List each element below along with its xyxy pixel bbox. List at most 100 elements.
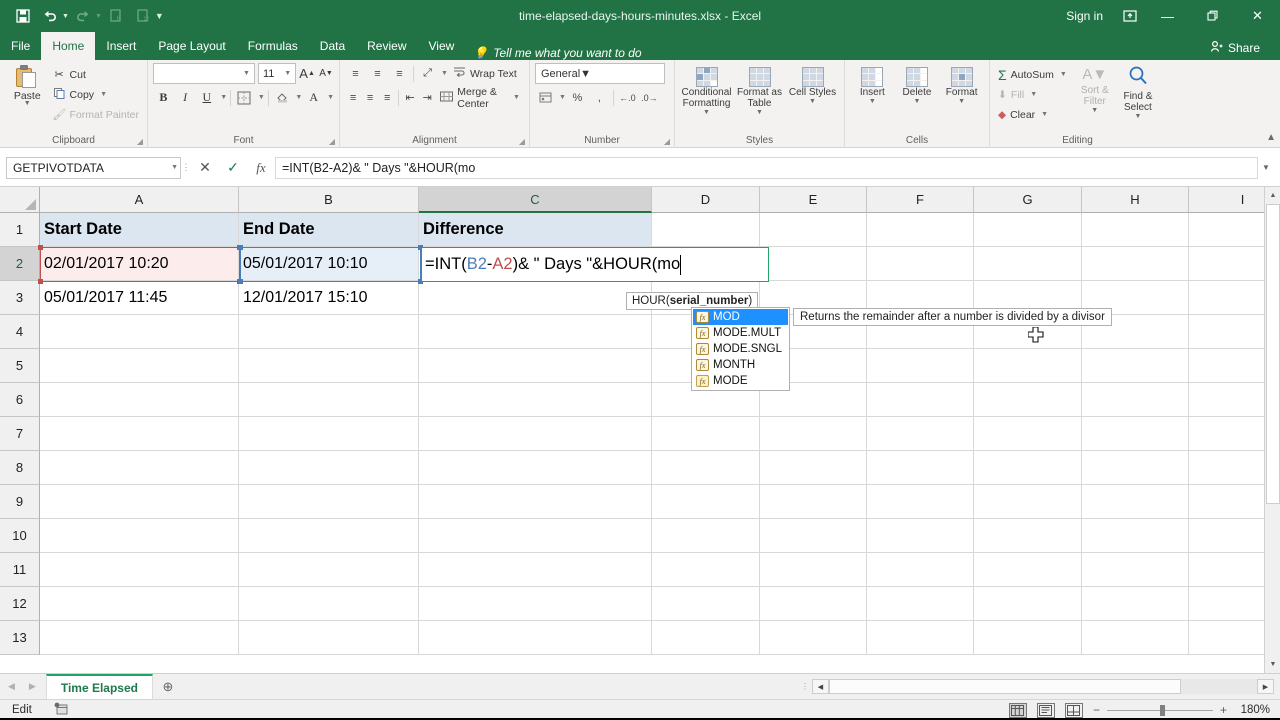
spreadsheet-grid[interactable]: A B C D E F G H I 1 2 3 4 5 6 7 8 9 10 1… (0, 187, 1280, 673)
cell-f9[interactable] (867, 485, 974, 519)
fill-color-icon[interactable] (272, 87, 293, 108)
cancel-edit-button[interactable]: ✕ (191, 156, 219, 180)
cell-h5[interactable] (1082, 349, 1189, 383)
minimize-button[interactable]: — (1145, 0, 1190, 32)
format-cells-button[interactable]: Format ▼ (940, 65, 984, 134)
accounting-dropdown-icon[interactable]: ▼ (559, 94, 566, 101)
conditional-formatting-dropdown-icon[interactable]: ▼ (703, 109, 710, 116)
cell-c9[interactable] (419, 485, 652, 519)
hscroll-grip[interactable]: ⋮ (797, 682, 812, 691)
undo-dropdown-icon[interactable]: ▼ (62, 13, 69, 20)
cell-b12[interactable] (239, 587, 419, 621)
cell-f5[interactable] (867, 349, 974, 383)
cell-f7[interactable] (867, 417, 974, 451)
cell-h6[interactable] (1082, 383, 1189, 417)
cell-a12[interactable] (40, 587, 239, 621)
column-header-f[interactable]: F (867, 187, 974, 213)
row-header-10[interactable]: 10 (0, 519, 40, 553)
cell-g11[interactable] (974, 553, 1082, 587)
column-header-d[interactable]: D (652, 187, 760, 213)
cell-e11[interactable] (760, 553, 867, 587)
cell-h13[interactable] (1082, 621, 1189, 655)
decrease-indent-icon[interactable]: ⇤ (402, 87, 418, 108)
increase-decimal-icon[interactable]: ←.0 (617, 87, 638, 108)
cell-b10[interactable] (239, 519, 419, 553)
name-box-dropdown-icon[interactable]: ▼ (171, 164, 178, 171)
autosum-dropdown-icon[interactable]: ▼ (1060, 71, 1067, 78)
cell-c2-editor[interactable]: =INT(B2- A2)& " Days "&HOUR(mo (421, 247, 769, 282)
redo-icon[interactable] (70, 4, 96, 28)
underline-button[interactable]: U (196, 87, 217, 108)
zoom-out-button[interactable]: − (1093, 703, 1100, 717)
cell-h12[interactable] (1082, 587, 1189, 621)
tab-view[interactable]: View (418, 32, 466, 60)
find-select-dropdown-icon[interactable]: ▼ (1134, 113, 1141, 120)
cell-h9[interactable] (1082, 485, 1189, 519)
scroll-down-icon[interactable]: ▼ (1265, 656, 1280, 673)
cell-d8[interactable] (652, 451, 760, 485)
row-header-11[interactable]: 11 (0, 553, 40, 587)
column-header-c[interactable]: C (419, 187, 652, 213)
cell-d12[interactable] (652, 587, 760, 621)
column-header-e[interactable]: E (760, 187, 867, 213)
align-middle-icon[interactable]: ≡ (367, 63, 388, 84)
autocomplete-item-mode-sngl[interactable]: fx MODE.SNGL (693, 341, 788, 357)
accounting-format-icon[interactable] (535, 87, 556, 108)
cell-g2[interactable] (974, 247, 1082, 281)
format-as-table-button[interactable]: Format as Table ▼ (733, 65, 786, 134)
row-header-3[interactable]: 3 (0, 281, 40, 315)
row-header-1[interactable]: 1 (0, 213, 40, 247)
decrease-font-size-button[interactable]: A ▼ (318, 63, 334, 84)
cell-b2[interactable]: 05/01/2017 10:10 (239, 247, 419, 281)
number-format-dropdown-icon[interactable]: ▼ (580, 68, 591, 80)
autocomplete-item-mode-mult[interactable]: fx MODE.MULT (693, 325, 788, 341)
orientation-icon[interactable]: ⤢ (417, 63, 438, 84)
zoom-in-button[interactable]: + (1220, 703, 1227, 717)
cell-d10[interactable] (652, 519, 760, 553)
undo-icon[interactable] (37, 4, 63, 28)
insert-cells-button[interactable]: Insert ▼ (850, 65, 894, 134)
scroll-up-icon[interactable]: ▲ (1265, 187, 1280, 204)
cell-b1[interactable]: End Date (239, 213, 419, 247)
cell-a4[interactable] (40, 315, 239, 349)
paste-button[interactable]: Paste ▼ (5, 63, 50, 134)
cell-c4[interactable] (419, 315, 652, 349)
cell-g8[interactable] (974, 451, 1082, 485)
autocomplete-item-mode[interactable]: fx MODE (693, 373, 788, 389)
cell-c1[interactable]: Difference (419, 213, 652, 247)
increase-font-size-button[interactable]: A ▲ (299, 63, 315, 84)
restore-button[interactable] (1190, 0, 1235, 32)
cell-g9[interactable] (974, 485, 1082, 519)
cell-g6[interactable] (974, 383, 1082, 417)
redo-dropdown-icon[interactable]: ▼ (95, 13, 102, 20)
row-header-13[interactable]: 13 (0, 621, 40, 655)
cell-a6[interactable] (40, 383, 239, 417)
cell-e9[interactable] (760, 485, 867, 519)
align-right-icon[interactable]: ≡ (379, 87, 395, 108)
cell-styles-button[interactable]: Cell Styles ▼ (786, 65, 839, 134)
delete-cells-button[interactable]: Delete ▼ (895, 65, 939, 134)
font-name-input[interactable]: ▼ (153, 63, 255, 84)
cell-a11[interactable] (40, 553, 239, 587)
scroll-right-icon[interactable]: ▶ (1257, 679, 1274, 694)
cell-d7[interactable] (652, 417, 760, 451)
quick-print-icon[interactable]: fx (103, 4, 129, 28)
fill-dropdown-icon[interactable]: ▼ (1030, 91, 1037, 98)
sheet-nav-arrows[interactable]: ◀ ▶ (0, 681, 36, 692)
borders-icon[interactable] (234, 87, 255, 108)
merge-center-button[interactable]: Merge & Center ▼ (436, 86, 524, 110)
select-all-button[interactable] (0, 187, 40, 213)
wrap-text-button[interactable]: Wrap Text (449, 63, 521, 84)
zoom-level-label[interactable]: 180% (1234, 704, 1270, 716)
zoom-slider-track[interactable] (1106, 704, 1213, 716)
align-bottom-icon[interactable]: ≡ (389, 63, 410, 84)
sign-in-button[interactable]: Sign in (1054, 9, 1115, 23)
cell-e13[interactable] (760, 621, 867, 655)
column-header-h[interactable]: H (1082, 187, 1189, 213)
cell-g7[interactable] (974, 417, 1082, 451)
vertical-scroll-thumb[interactable] (1266, 204, 1280, 504)
cell-e7[interactable] (760, 417, 867, 451)
cell-f1[interactable] (867, 213, 974, 247)
fill-color-dropdown-icon[interactable]: ▼ (295, 94, 302, 101)
previous-sheet-icon[interactable]: ◀ (8, 681, 15, 692)
